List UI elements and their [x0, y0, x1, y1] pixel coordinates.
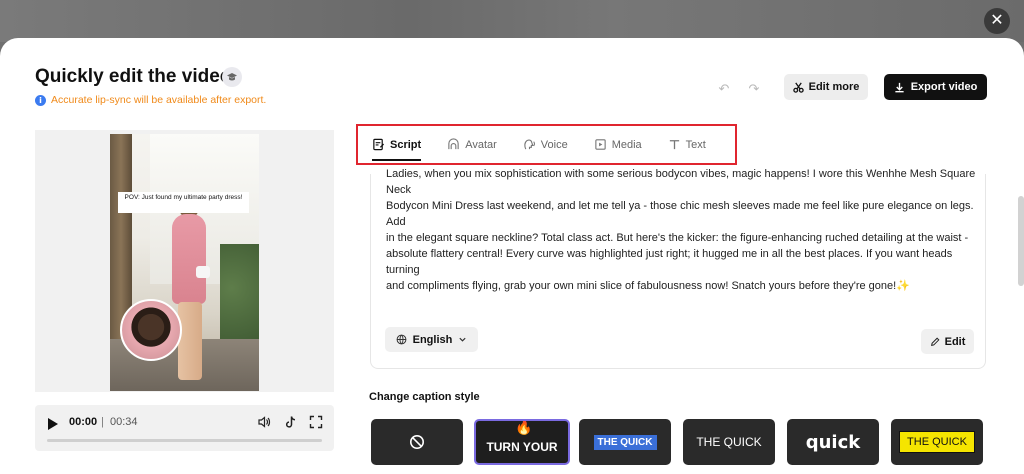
play-icon[interactable]: [48, 418, 58, 430]
edit-label: Edit: [944, 335, 966, 348]
close-icon[interactable]: ✕: [984, 8, 1010, 34]
video-person-bag: [196, 266, 210, 278]
script-line: Ladies, when you mix sophistication with…: [386, 168, 976, 196]
pencil-icon: [930, 337, 940, 346]
language-label: English: [412, 333, 453, 346]
duration: 00:34: [110, 416, 138, 428]
caption-style-preview: TURN YOUR: [486, 440, 558, 454]
player-controls: 00:00 | 00:34: [35, 405, 334, 451]
redo-icon[interactable]: ↷: [746, 81, 762, 97]
caption-style-option[interactable]: THE QUICK: [579, 419, 671, 465]
tab-label: Script: [390, 138, 422, 151]
language-select[interactable]: English: [385, 327, 478, 352]
tab-text[interactable]: Text: [668, 126, 706, 163]
export-video-button[interactable]: Export video: [884, 74, 987, 100]
script-editor[interactable]: Ladies, when you mix sophistication with…: [370, 168, 986, 369]
edit-script-button[interactable]: Edit: [921, 329, 974, 354]
fire-icon: 🔥: [515, 419, 533, 435]
tab-label: Voice: [540, 138, 568, 151]
globe-icon: [396, 334, 407, 345]
caption-style-preview: THE QUICK: [899, 431, 975, 453]
script-line: in the elegant square neckline? Total cl…: [386, 232, 969, 244]
caption-style-option[interactable]: THE QUICK: [891, 419, 983, 465]
tab-label: Avatar: [465, 138, 497, 151]
video-caption-overlay: POV: Just found my ultimate party dress!: [118, 192, 249, 213]
edit-more-button[interactable]: Edit more: [784, 74, 868, 100]
tiktok-icon[interactable]: [284, 415, 298, 429]
caption-style-title: Change caption style: [369, 391, 480, 403]
script-icon: [373, 138, 385, 151]
tab-script[interactable]: Script: [372, 126, 422, 163]
video-preview: POV: Just found my ultimate party dress!: [35, 130, 334, 392]
page-title: Quickly edit the video: [35, 66, 232, 87]
tab-media[interactable]: Media: [594, 126, 642, 163]
video-frame[interactable]: POV: Just found my ultimate party dress!: [110, 134, 259, 391]
edit-more-label: Edit more: [808, 81, 860, 93]
script-line: and compliments flying, grab your own mi…: [386, 280, 910, 292]
graduation-cap-icon[interactable]: [222, 67, 242, 87]
text-icon: [669, 140, 679, 150]
background-page-blur: [0, 0, 1024, 42]
tab-voice[interactable]: Voice: [523, 126, 568, 163]
notice-text: Accurate lip-sync will be available afte…: [51, 94, 267, 106]
scissors-icon: [792, 82, 804, 93]
download-icon: [895, 82, 904, 92]
video-person-dress: [172, 214, 206, 304]
fullscreen-icon[interactable]: [309, 415, 323, 429]
info-icon: i: [35, 94, 46, 106]
caption-style-option[interactable]: 🔥 TURN YOUR: [474, 419, 570, 465]
undo-icon[interactable]: ↶: [716, 81, 732, 97]
prohibited-icon: [410, 435, 424, 449]
caption-style-option[interactable]: THE QUICK: [683, 419, 775, 465]
editor-tabs: Script Avatar Voice Media Text: [356, 124, 737, 165]
media-icon: [595, 139, 606, 150]
time-separator: |: [101, 416, 104, 428]
current-time: 00:00: [69, 416, 98, 428]
voice-icon: [524, 139, 535, 150]
avatar-icon: [448, 138, 459, 150]
tab-label: Text: [685, 138, 706, 151]
chevron-down-icon: [459, 337, 466, 342]
lip-sync-notice: i Accurate lip-sync will be available af…: [35, 94, 266, 106]
scrollbar[interactable]: [1018, 196, 1024, 286]
script-line: absolute flattery central! Every curve w…: [386, 248, 953, 276]
tab-avatar[interactable]: Avatar: [447, 126, 497, 163]
export-label: Export video: [910, 81, 978, 93]
script-line: Bodycon Mini Dress last weekend, and let…: [386, 200, 974, 228]
progress-bar[interactable]: [47, 439, 322, 442]
volume-icon[interactable]: [257, 415, 271, 429]
caption-style-list: 🔥 TURN YOUR THE QUICK THE QUICK quick TH…: [371, 419, 991, 465]
script-text[interactable]: Ladies, when you mix sophistication with…: [386, 166, 976, 294]
edit-video-modal: Quickly edit the video i Accurate lip-sy…: [0, 38, 1024, 474]
caption-style-option[interactable]: quick: [787, 419, 879, 465]
caption-style-preview: THE QUICK: [593, 434, 657, 450]
caption-style-preview: quick: [805, 431, 861, 453]
video-person-legs: [178, 302, 202, 380]
tab-label: Media: [611, 138, 642, 151]
caption-style-none[interactable]: [371, 419, 463, 465]
caption-style-preview: THE QUICK: [696, 435, 762, 449]
avatar-bubble: [120, 299, 182, 361]
